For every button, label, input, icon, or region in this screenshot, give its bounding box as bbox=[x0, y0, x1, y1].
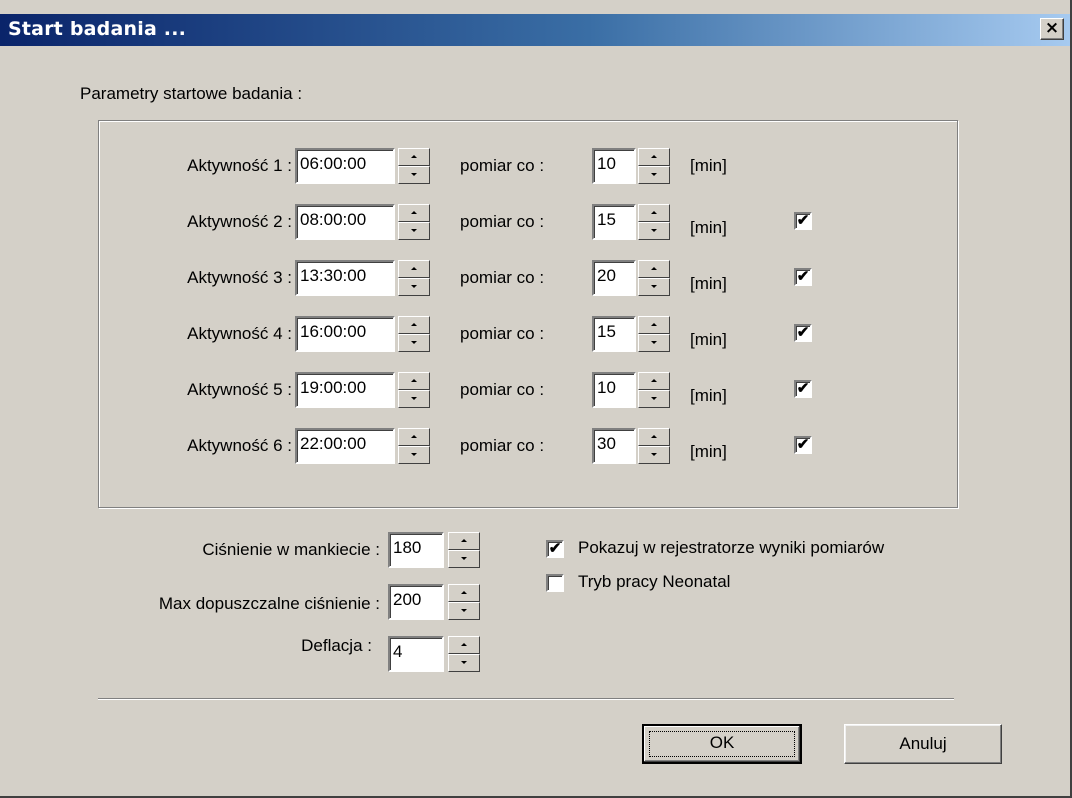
spin-down-button[interactable] bbox=[398, 166, 430, 184]
activity-time-spinner[interactable] bbox=[398, 148, 430, 184]
activity-time-spinner[interactable] bbox=[398, 316, 430, 352]
max-pressure-spinner[interactable] bbox=[448, 584, 480, 620]
activity-time-input[interactable]: 22:00:00 bbox=[295, 428, 395, 464]
activity-time-input[interactable]: 13:30:00 bbox=[295, 260, 395, 296]
spin-down-button[interactable] bbox=[448, 654, 480, 672]
show-results-label[interactable]: Pokazuj w rejestratorze wyniki pomiarów bbox=[578, 538, 884, 558]
neonatal-mode-checkbox[interactable] bbox=[546, 574, 564, 592]
max-pressure-input[interactable]: 200 bbox=[388, 584, 444, 620]
cancel-button[interactable]: Anuluj bbox=[844, 724, 1002, 764]
spin-up-button[interactable] bbox=[638, 428, 670, 446]
spin-up-button[interactable] bbox=[398, 316, 430, 334]
deflation-spinner[interactable] bbox=[448, 636, 480, 672]
activity-time-input[interactable]: 19:00:00 bbox=[295, 372, 395, 408]
spin-up-button[interactable] bbox=[448, 636, 480, 654]
section-label: Parametry startowe badania : bbox=[80, 84, 303, 103]
interval-input[interactable]: 15 bbox=[592, 204, 636, 240]
interval-input[interactable]: 20 bbox=[592, 260, 636, 296]
spin-up-button[interactable] bbox=[448, 584, 480, 602]
interval-label: pomiar co : bbox=[460, 380, 545, 399]
spin-down-button[interactable] bbox=[398, 446, 430, 464]
max-pressure-label: Max dopuszczalne ciśnienie : bbox=[158, 594, 380, 613]
interval-input[interactable]: 30 bbox=[592, 428, 636, 464]
spin-down-button[interactable] bbox=[448, 550, 480, 568]
activity-label: Aktywność 3 : bbox=[187, 268, 292, 287]
spin-down-button[interactable] bbox=[398, 390, 430, 408]
spin-up-button[interactable] bbox=[638, 260, 670, 278]
interval-spinner[interactable] bbox=[638, 148, 670, 184]
spin-up-button[interactable] bbox=[398, 372, 430, 390]
spin-down-button[interactable] bbox=[638, 334, 670, 352]
spin-down-button[interactable] bbox=[638, 278, 670, 296]
interval-input[interactable]: 10 bbox=[592, 148, 636, 184]
spin-up-button[interactable] bbox=[398, 148, 430, 166]
spin-up-button[interactable] bbox=[638, 148, 670, 166]
window-title: Start badania ... bbox=[8, 18, 187, 40]
activity-time-spinner[interactable] bbox=[398, 428, 430, 464]
activity-time-input[interactable]: 16:00:00 bbox=[295, 316, 395, 352]
deflation-label: Deflacja : bbox=[301, 636, 372, 655]
spin-down-button[interactable] bbox=[398, 334, 430, 352]
spin-down-button[interactable] bbox=[638, 222, 670, 240]
interval-label: pomiar co : bbox=[460, 212, 545, 231]
interval-spinner[interactable] bbox=[638, 260, 670, 296]
cuff-pressure-spinner[interactable] bbox=[448, 532, 480, 568]
deflation-input[interactable]: 4 bbox=[388, 636, 444, 672]
spin-down-button[interactable] bbox=[398, 278, 430, 296]
interval-label: pomiar co : bbox=[460, 268, 545, 287]
separator-line bbox=[98, 698, 954, 700]
spin-up-button[interactable] bbox=[448, 532, 480, 550]
activity-label: Aktywność 4 : bbox=[187, 324, 292, 343]
spin-up-button[interactable] bbox=[638, 204, 670, 222]
activity-time-input[interactable]: 06:00:00 bbox=[295, 148, 395, 184]
interval-input[interactable]: 15 bbox=[592, 316, 636, 352]
interval-spinner[interactable] bbox=[638, 316, 670, 352]
activity-label: Aktywność 1 : bbox=[187, 156, 292, 175]
spin-down-button[interactable] bbox=[638, 390, 670, 408]
unit-label: [min] bbox=[690, 330, 727, 349]
activity-label: Aktywność 5 : bbox=[187, 380, 292, 399]
show-results-checkbox[interactable]: ✔ bbox=[546, 540, 564, 558]
neonatal-mode-label[interactable]: Tryb pracy Neonatal bbox=[578, 572, 730, 592]
unit-label: [min] bbox=[690, 386, 727, 405]
activity-enabled-checkbox[interactable]: ✔ bbox=[794, 268, 812, 286]
unit-label: [min] bbox=[690, 442, 727, 461]
dialog-window: Start badania ... × Parametry startowe b… bbox=[0, 0, 1072, 798]
interval-spinner[interactable] bbox=[638, 204, 670, 240]
interval-label: pomiar co : bbox=[460, 436, 545, 455]
interval-label: pomiar co : bbox=[460, 324, 545, 343]
spin-up-button[interactable] bbox=[398, 204, 430, 222]
unit-label: [min] bbox=[690, 218, 727, 237]
ok-button[interactable]: OK bbox=[642, 724, 802, 764]
spin-up-button[interactable] bbox=[638, 372, 670, 390]
title-bar[interactable]: Start badania ... × bbox=[0, 14, 1070, 46]
activity-enabled-checkbox[interactable]: ✔ bbox=[794, 380, 812, 398]
interval-input[interactable]: 10 bbox=[592, 372, 636, 408]
activity-time-spinner[interactable] bbox=[398, 372, 430, 408]
spin-down-button[interactable] bbox=[638, 446, 670, 464]
activity-label: Aktywność 2 : bbox=[187, 212, 292, 231]
cuff-pressure-input[interactable]: 180 bbox=[388, 532, 444, 568]
spin-down-button[interactable] bbox=[448, 602, 480, 620]
spin-down-button[interactable] bbox=[638, 166, 670, 184]
close-button[interactable]: × bbox=[1040, 18, 1064, 40]
activity-enabled-checkbox[interactable]: ✔ bbox=[794, 436, 812, 454]
activity-time-spinner[interactable] bbox=[398, 260, 430, 296]
focus-rect bbox=[649, 731, 795, 757]
activity-time-input[interactable]: 08:00:00 bbox=[295, 204, 395, 240]
spin-down-button[interactable] bbox=[398, 222, 430, 240]
interval-spinner[interactable] bbox=[638, 372, 670, 408]
activity-label: Aktywność 6 : bbox=[187, 436, 292, 455]
spin-up-button[interactable] bbox=[638, 316, 670, 334]
activity-enabled-checkbox[interactable]: ✔ bbox=[794, 324, 812, 342]
unit-label: [min] bbox=[690, 274, 727, 293]
unit-label: [min] bbox=[690, 156, 727, 175]
activity-enabled-checkbox[interactable]: ✔ bbox=[794, 212, 812, 230]
interval-spinner[interactable] bbox=[638, 428, 670, 464]
activity-time-spinner[interactable] bbox=[398, 204, 430, 240]
spin-up-button[interactable] bbox=[398, 428, 430, 446]
spin-up-button[interactable] bbox=[398, 260, 430, 278]
cuff-pressure-label: Ciśnienie w mankiecie : bbox=[202, 540, 380, 559]
interval-label: pomiar co : bbox=[460, 156, 545, 175]
